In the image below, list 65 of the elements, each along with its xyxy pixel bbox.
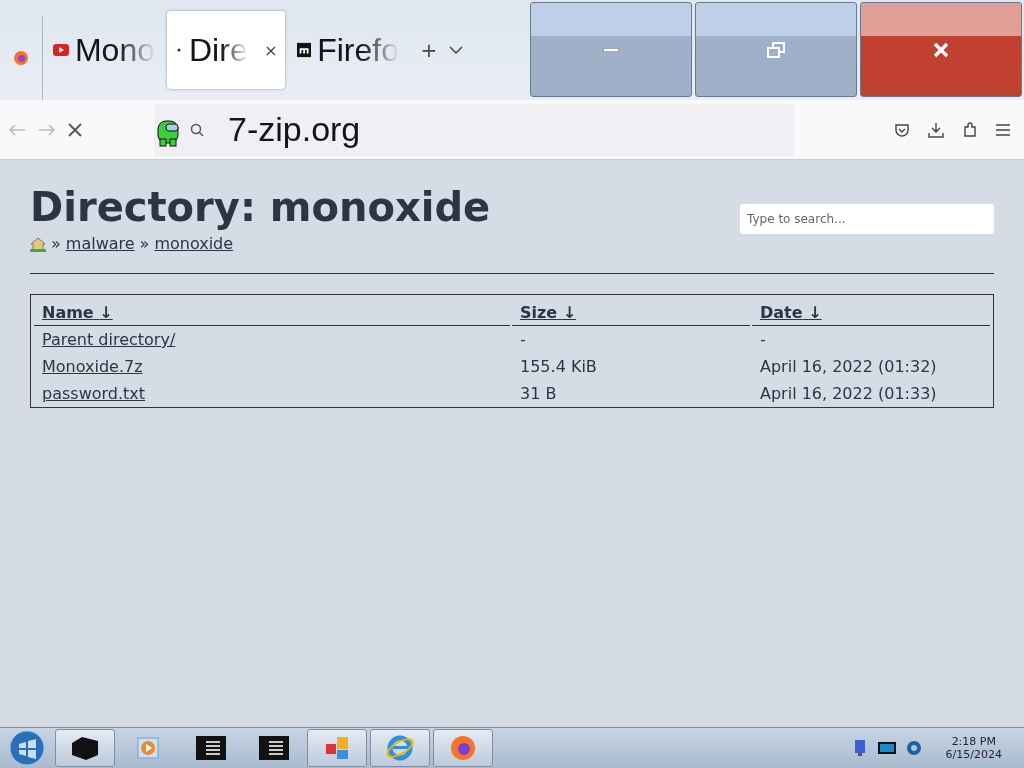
breadcrumb-link[interactable]: monoxide [154,234,234,253]
minimize-button[interactable] [530,2,692,97]
globe-icon [905,740,922,756]
table-cell: April 16, 2022 (01:33) [760,384,937,403]
search-icon [190,122,204,137]
clock-time: 2:18 PM [951,735,996,748]
stop-button[interactable] [68,122,82,137]
close-icon [933,41,949,58]
internet-explorer-icon [385,733,415,763]
clock-date: 6/15/2024 [945,748,1002,761]
browser-tab[interactable]: Dire × [167,11,285,89]
puzzle-icon [962,121,978,138]
chevron-down-icon [449,45,463,55]
column-header[interactable]: Size ↓ [520,302,577,322]
restore-icon [767,41,785,58]
column-header[interactable]: Date ↓ [760,302,822,322]
home-icon [30,235,46,252]
firefox-icon [449,734,477,762]
m-logo-icon [297,42,312,58]
search-field[interactable]: Type to search... [740,204,994,234]
breadcrumb-link[interactable]: malware [65,234,135,253]
menu-icon [996,123,1010,136]
tiles-icon [323,734,351,762]
downloads-button[interactable] [928,121,944,138]
download-icon [928,121,944,138]
column-header[interactable]: Name ↓ [42,302,113,322]
pocket-icon [894,121,910,138]
stop-icon [68,122,82,137]
table-cell: - [760,330,766,349]
table-cell: 155.4 KiB [520,357,597,376]
close-tab-button[interactable]: × [261,40,281,60]
minimize-icon [603,47,619,52]
restore-button[interactable] [695,2,857,97]
taskbar-button[interactable] [55,729,115,767]
table-cell: April 16, 2022 (01:32) [760,357,937,376]
file-link[interactable]: password.txt [42,384,146,403]
page-title: Directory: monoxide [30,184,491,230]
url-text: 7-zip.org [228,110,361,149]
video-icon [53,44,69,56]
forward-arrow-icon [38,122,56,137]
table-cell: - [520,330,526,349]
table-cell: 31 B [520,384,557,403]
monitor-icon [877,742,896,754]
new-tab-button[interactable]: + [409,38,449,62]
menu-button[interactable] [996,123,1010,136]
media-player-icon [137,737,159,759]
console-icon [196,736,226,760]
breadcrumb-separator: » [139,234,150,253]
browser-tab[interactable]: Firefo [289,11,407,89]
close-button[interactable] [860,2,1022,97]
dot-icon [175,46,183,54]
back-arrow-icon [8,122,26,137]
breadcrumb-separator: » [51,234,61,253]
cube-icon [70,735,100,761]
file-link[interactable]: Monoxide.7z [42,357,143,376]
network-icon [853,739,868,757]
firefox-icon [13,50,29,66]
file-link[interactable]: Parent directory/ [42,330,176,349]
pocket-button[interactable] [894,121,910,138]
console-icon [259,736,289,760]
tab-list-button[interactable] [449,45,463,55]
extensions-button[interactable] [962,121,978,138]
start-orb-icon [9,730,45,766]
browser-tab[interactable]: Mono [45,11,163,89]
address-bar[interactable]: 7-zip.org [154,103,794,156]
